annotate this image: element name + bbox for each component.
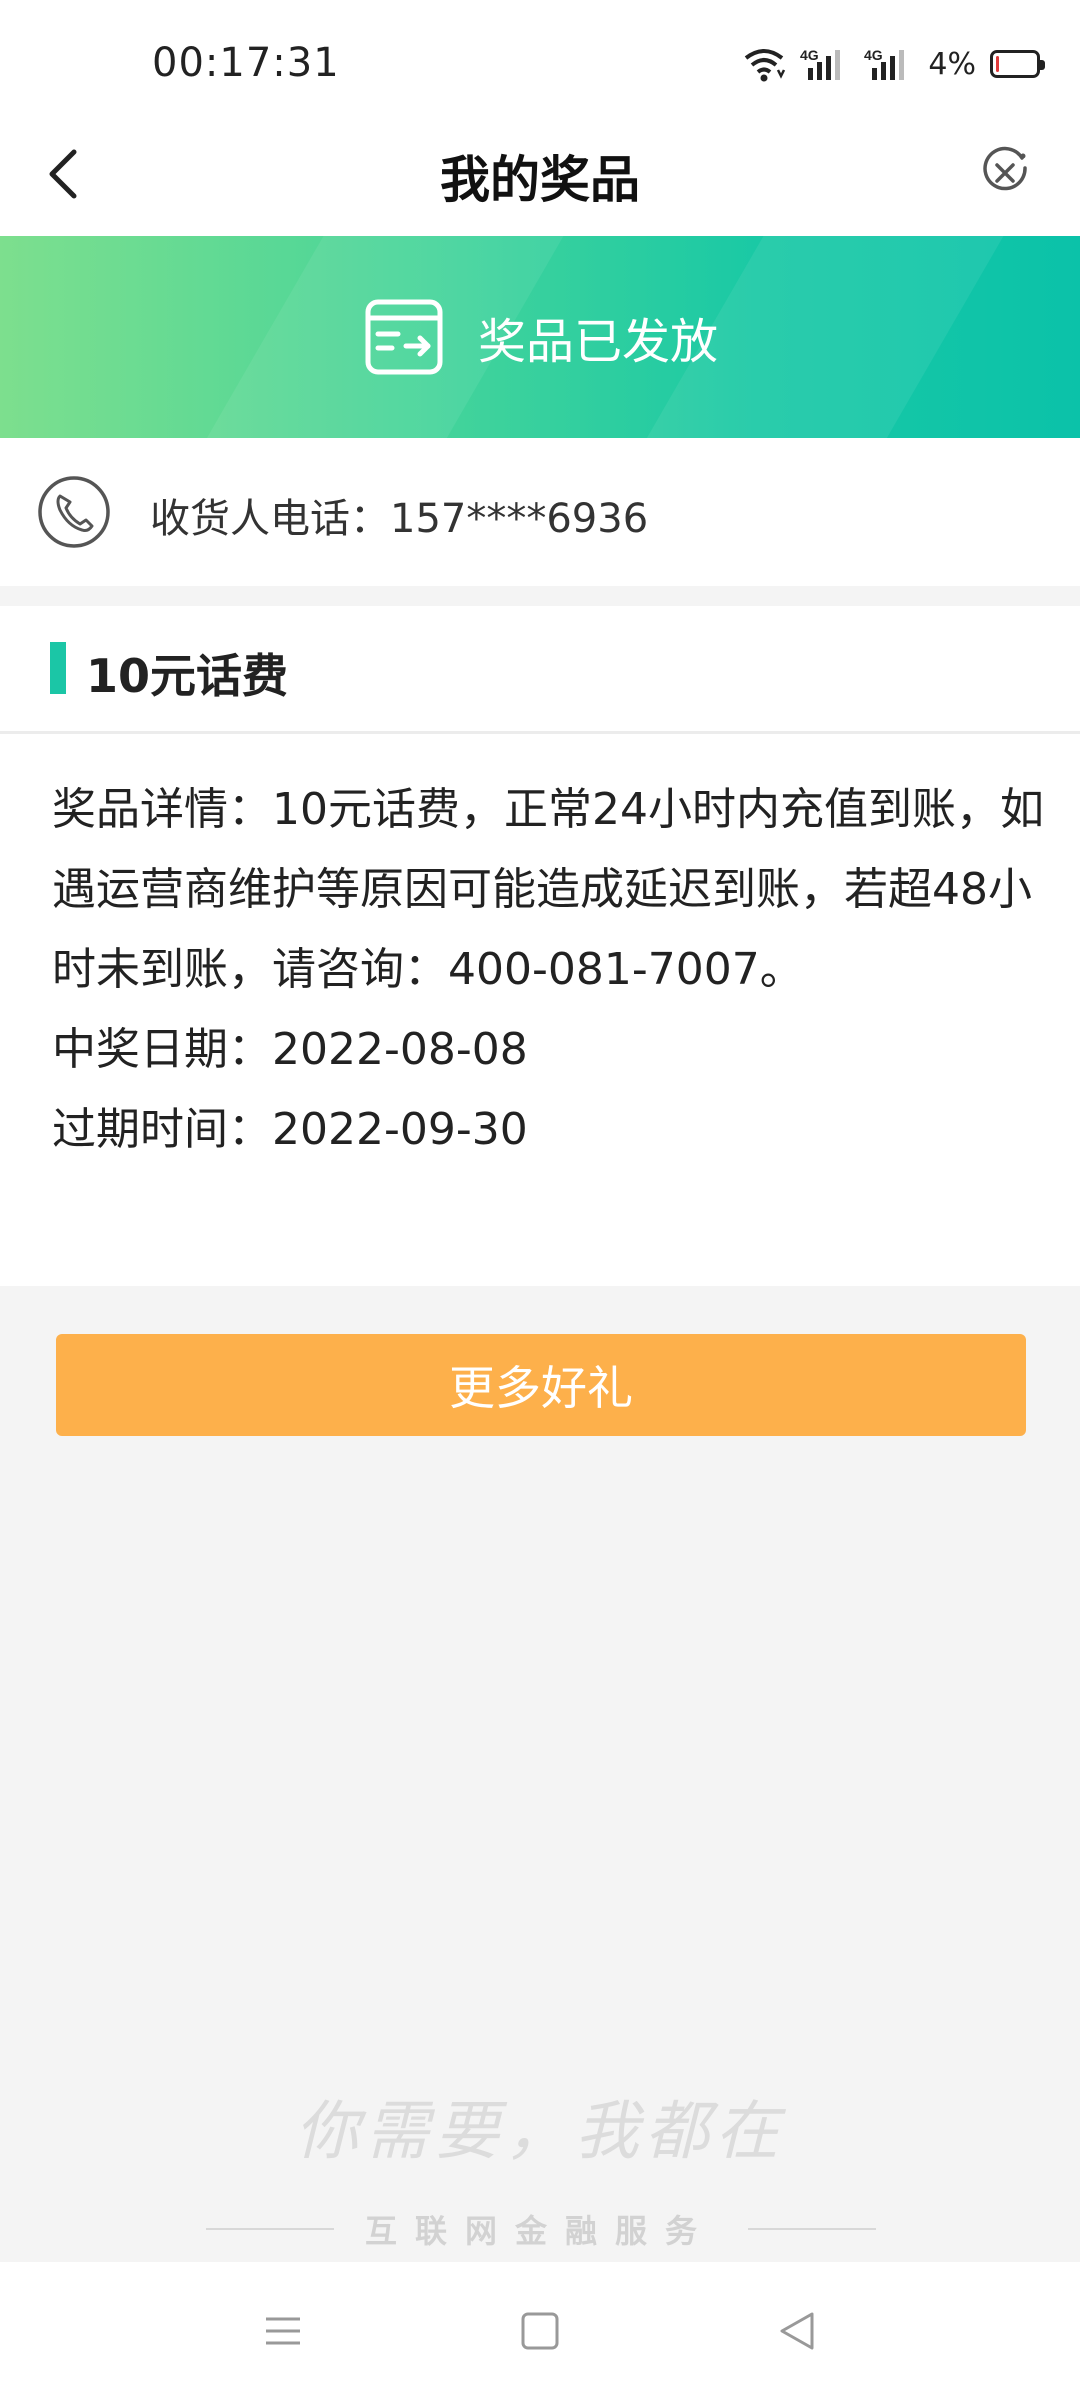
nav-bar: 我的奖品 — [0, 120, 1080, 236]
phone-icon — [38, 476, 110, 548]
screen: 00:17:31 4G 4G 4% 我的奖品 奖品已发放 收货人电话：157**… — [0, 0, 1080, 2400]
system-nav-bar — [0, 2262, 1080, 2400]
status-icons: 4G 4G 4% — [742, 42, 1045, 86]
more-gifts-button[interactable]: 更多好礼 — [56, 1334, 1026, 1436]
menu-icon[interactable] — [258, 2306, 308, 2356]
home-square-icon[interactable] — [515, 2306, 565, 2356]
svg-text:4G: 4G — [800, 47, 819, 63]
status-time: 00:17:31 — [152, 40, 340, 86]
prize-details: 奖品详情：10元话费，正常24小时内充值到账，如遇运营商维护等原因可能造成延迟到… — [52, 770, 1052, 1170]
battery-icon — [990, 50, 1045, 78]
signal-4g-icon: 4G — [800, 47, 841, 80]
prize-title: 10元话费 — [86, 649, 289, 703]
wifi-icon — [745, 49, 786, 82]
status-bar: 00:17:31 4G 4G 4% — [0, 0, 1080, 120]
status-banner: 奖品已发放 — [0, 236, 1080, 438]
close-circle-icon[interactable] — [978, 146, 1032, 200]
watermark-slogan: 你需要，我都在 — [295, 2095, 785, 2169]
battery-percent: 4% — [928, 46, 976, 82]
page-title: 我的奖品 — [440, 151, 640, 209]
prize-card: 10元话费 奖品详情：10元话费，正常24小时内充值到账，如遇运营商维护等原因可… — [0, 606, 1080, 1286]
delivery-card-icon — [365, 299, 443, 375]
banner-status-text: 奖品已发放 — [477, 314, 718, 370]
win-date: 中奖日期：2022-08-08 — [52, 1024, 528, 1075]
expire-date: 过期时间：2022-09-30 — [52, 1104, 528, 1155]
watermark-subtitle: 互联网金融服务 — [364, 2212, 715, 2250]
receiver-phone-row: 收货人电话：157****6936 — [0, 438, 1080, 586]
back-triangle-icon[interactable] — [772, 2306, 822, 2356]
signal-4g-icon: 4G — [864, 47, 905, 80]
svg-text:4G: 4G — [864, 47, 883, 63]
prize-card-header: 10元话费 — [0, 606, 1080, 734]
title-accent-bar — [50, 642, 66, 694]
receiver-phone-label: 收货人电话：157****6936 — [150, 496, 649, 542]
prize-detail-text: 奖品详情：10元话费，正常24小时内充值到账，如遇运营商维护等原因可能造成延迟到… — [52, 784, 1044, 995]
